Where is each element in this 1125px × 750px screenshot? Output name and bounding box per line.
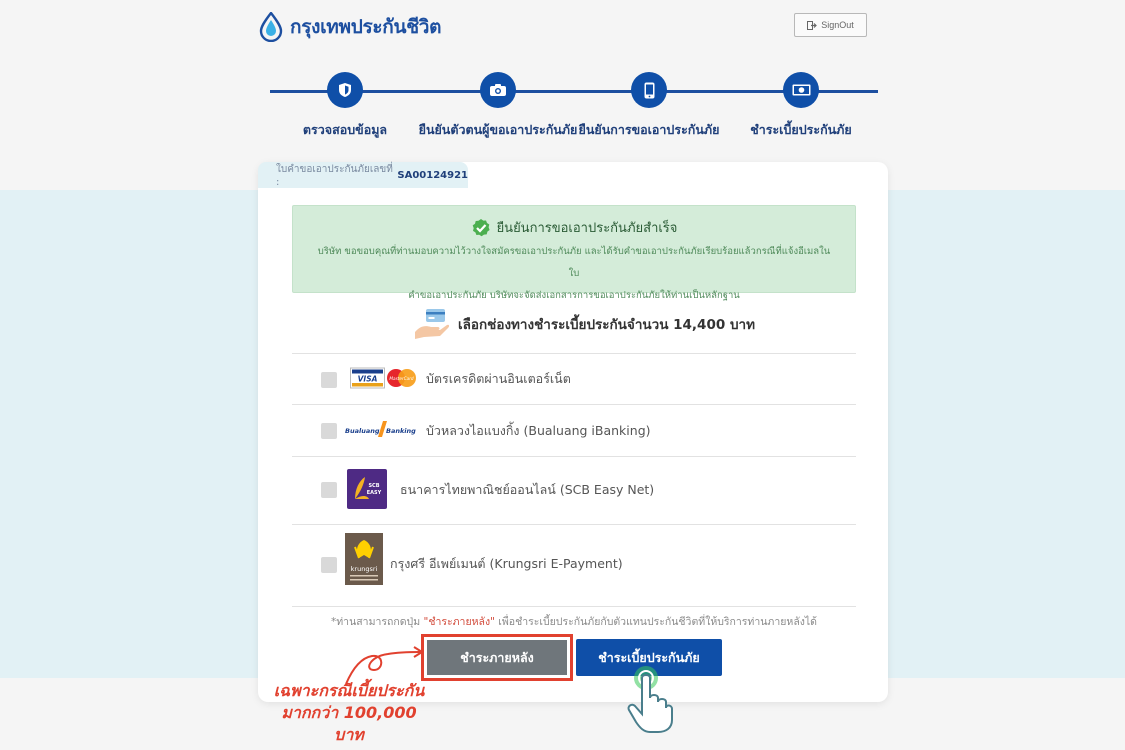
svg-text:MasterCard: MasterCard — [389, 376, 414, 381]
signout-icon — [807, 20, 818, 30]
bualuang-ibanking-logo: Bualuang Banking — [345, 421, 416, 437]
credit-card-checkbox[interactable] — [321, 372, 337, 388]
note-suffix: เพื่อชำระเบี้ยประกันภัยกับตัวแทนประกันชี… — [498, 616, 817, 628]
camera-icon — [490, 84, 506, 96]
svg-text:krungsri: krungsri — [351, 565, 378, 573]
signout-label: SignOut — [821, 20, 854, 30]
application-number-label: ใบคำขอเอาประกันภัยเลขที่ : — [276, 164, 393, 188]
scb-easy-logo: SCB EASY — [347, 469, 387, 509]
bualuang-checkbox[interactable] — [321, 423, 337, 439]
signout-button[interactable]: SignOut — [794, 13, 867, 37]
step-2-label: ยืนยันตัวตนผู้ขอเอาประกันภัย — [418, 122, 578, 137]
success-message-line-2: คำขอเอาประกันภัย บริษัทจะจัดส่งเอกสารการ… — [408, 290, 740, 301]
payment-option-scb[interactable]: SCB EASY ธนาคารไทยพาณิชย์ออนไลน์ (SCB Ea… — [292, 456, 856, 524]
card-payment-icon — [415, 309, 450, 339]
credit-card-label: บัตรเครดิตผ่านอินเตอร์เน็ต — [426, 371, 571, 386]
note-divider — [292, 606, 856, 607]
payment-heading-text: เลือกช่องทางชำระเบี้ยประกันจำนวน 14,400 … — [458, 317, 755, 333]
step-1-label: ตรวจสอบข้อมูล — [302, 122, 388, 137]
svg-text:Bualuang: Bualuang — [345, 427, 380, 435]
step-4-label: ชำระเบี้ยประกันภัย — [750, 122, 852, 137]
shield-icon — [339, 83, 351, 97]
payment-option-bualuang[interactable]: Bualuang Banking บัวหลวงไอแบงกิ้ง (Bualu… — [292, 404, 856, 456]
success-message-line-1: บริษัท ขอขอบคุณที่ท่านมอบความไว้วางใจสมั… — [317, 246, 831, 279]
svg-text:Banking: Banking — [386, 427, 416, 435]
note-quoted: "ชำระภายหลัง" — [423, 616, 495, 628]
scb-checkbox[interactable] — [321, 482, 337, 498]
application-number-tab: ใบคำขอเอาประกันภัยเลขที่ : SA00124921 — [258, 162, 468, 188]
note-prefix: *ท่านสามารถกดปุ่ม — [331, 616, 421, 628]
krungsri-checkbox[interactable] — [321, 557, 337, 573]
application-number: SA00124921 — [397, 169, 468, 181]
step-4-circle — [783, 72, 819, 108]
annotation-line-2: มากกว่า 100,000 บาท — [281, 703, 417, 744]
brand-logo[interactable]: กรุงเทพประกันชีวิต — [258, 10, 442, 44]
money-icon — [792, 84, 810, 96]
success-alert: ยืนยันการขอเอาประกันภัยสำเร็จ บริษัท ขอข… — [292, 205, 856, 301]
svg-text:EASY: EASY — [367, 490, 382, 496]
payment-option-krungsri[interactable]: krungsri กรุงศรี อีเพย์เมนต์ (Krungsri E… — [292, 524, 856, 606]
step-1-circle — [327, 72, 363, 108]
scb-label: ธนาคารไทยพาณิชย์ออนไลน์ (SCB Easy Net) — [400, 482, 655, 497]
annotation-line-1: เฉพาะกรณีเบี้ยประกัน — [273, 681, 425, 700]
pay-later-button[interactable]: ชำระภายหลัง — [427, 640, 567, 675]
bualuang-label: บัวหลวงไอแบงกิ้ง (Bualuang iBanking) — [426, 423, 651, 438]
check-badge-icon — [472, 218, 490, 236]
success-title: ยืนยันการขอเอาประกันภัยสำเร็จ — [496, 221, 678, 236]
annotation-note: เฉพาะกรณีเบี้ยประกัน มากกว่า 100,000 บาท — [264, 680, 434, 746]
hand-pointer-icon — [627, 666, 673, 733]
krungsri-logo: krungsri — [345, 533, 383, 585]
pay-later-note: *ท่านสามารถกดปุ่ม "ชำระภายหลัง" เพื่อชำร… — [292, 613, 856, 630]
svg-text:SCB: SCB — [368, 483, 379, 489]
step-2-circle — [480, 72, 516, 108]
brand-name: กรุงเทพประกันชีวิต — [290, 16, 442, 38]
krungsri-label: กรุงศรี อีเพย์เมนต์ (Krungsri E-Payment) — [390, 556, 623, 571]
step-3-circle — [631, 72, 667, 108]
brand-logo-icon — [259, 12, 283, 42]
payment-option-credit-card[interactable]: VISA MasterCard บัตรเครดิตผ่านอินเตอร์เน… — [292, 353, 856, 404]
step-3-label: ยืนยันการขอเอาประกันภัย — [578, 122, 720, 137]
svg-text:VISA: VISA — [358, 375, 378, 384]
visa-mastercard-logo: VISA MasterCard — [350, 367, 416, 389]
phone-icon — [644, 82, 654, 98]
payment-heading: เลือกช่องทางชำระเบี้ยประกันจำนวน 14,400 … — [414, 306, 755, 342]
